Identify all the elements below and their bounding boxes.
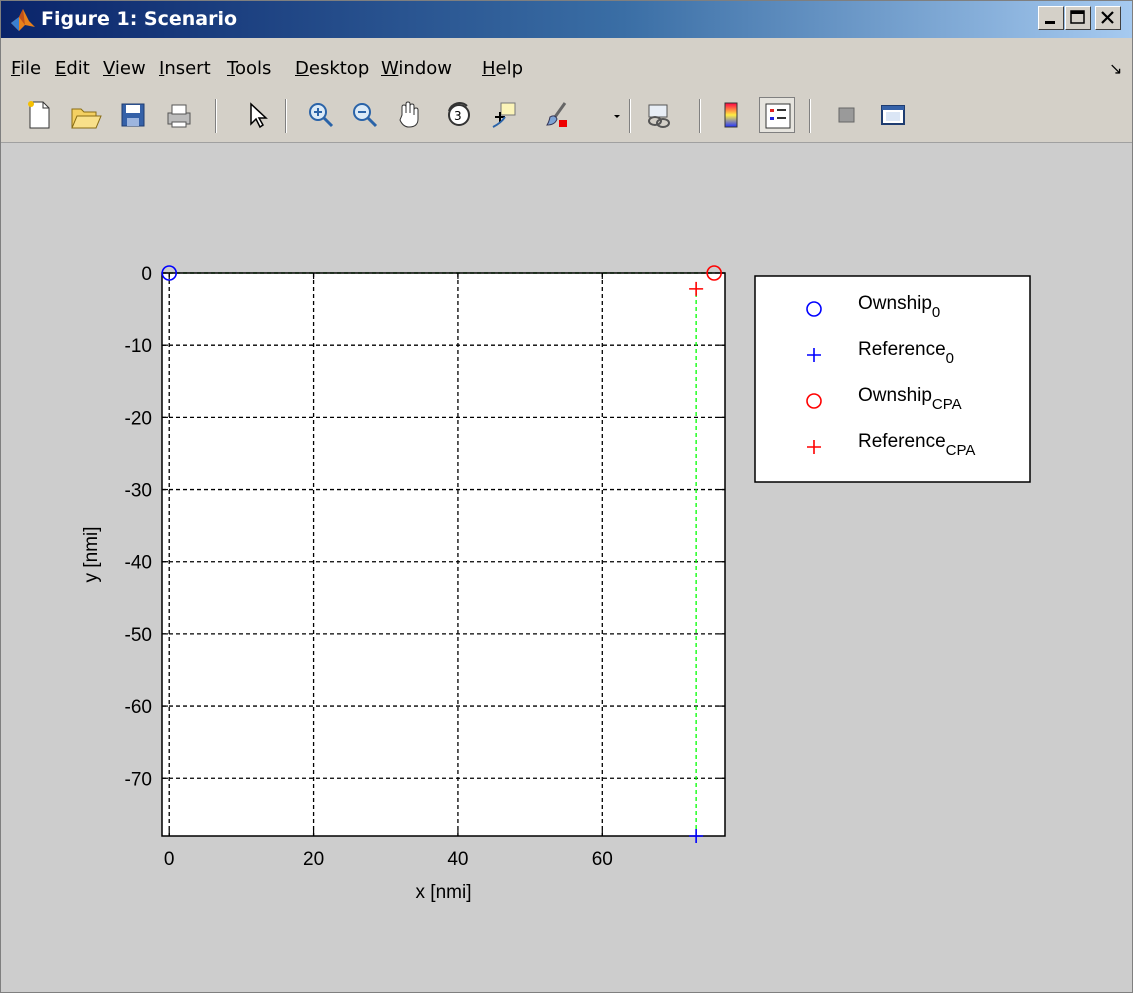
print-button[interactable] <box>161 97 197 133</box>
rotate-3d-icon: 3 <box>448 102 470 126</box>
title-bar[interactable]: Figure 1: Scenario <box>1 1 1132 38</box>
y-tick-label: -20 <box>125 408 152 429</box>
colorbar-button[interactable] <box>713 97 749 133</box>
open-file-icon <box>71 108 102 129</box>
edit-plot-icon <box>250 102 268 129</box>
pan-hand-icon <box>399 101 419 128</box>
minimize-icon <box>1045 21 1055 24</box>
hide-plot-tools-button[interactable] <box>829 97 865 133</box>
y-tick-label: -40 <box>125 553 152 574</box>
new-figure-icon <box>28 101 50 129</box>
legend-entry-subscript: 0 <box>932 304 940 321</box>
y-tick-label: -10 <box>125 336 152 357</box>
menu-window[interactable]: Window <box>381 58 452 79</box>
menu-tools[interactable]: Tools <box>227 58 271 79</box>
x-axis-label: x [nmi] <box>416 882 472 903</box>
menu-mnemonic: W <box>381 58 399 79</box>
window-title: Figure 1: Scenario <box>41 8 238 30</box>
toolbar-separator <box>699 99 701 133</box>
minimize-button[interactable] <box>1038 6 1064 30</box>
maximize-icon <box>1070 10 1085 24</box>
zoom-out-button[interactable] <box>347 97 383 133</box>
dock-arrow-icon[interactable]: ↘ <box>1109 59 1122 79</box>
edit-plot-button[interactable] <box>239 97 275 133</box>
link-plot-button[interactable] <box>641 97 677 133</box>
brush-dropdown-button[interactable] <box>599 97 620 133</box>
show-plot-tools-button[interactable] <box>875 97 911 133</box>
brush-button[interactable] <box>539 97 575 133</box>
svg-text:3: 3 <box>454 109 462 123</box>
toolbar-separator <box>629 99 631 133</box>
legend-entry-name: Reference <box>858 339 946 360</box>
zoom-in-icon <box>309 103 334 128</box>
zoom-in-button[interactable] <box>303 97 339 133</box>
y-tick-label: 0 <box>141 264 152 285</box>
toolbar-separator <box>285 99 287 133</box>
menu-mnemonic: D <box>295 58 309 79</box>
zoom-out-icon <box>353 103 378 128</box>
save-button[interactable] <box>115 97 151 133</box>
y-tick-label: -50 <box>125 625 152 646</box>
data-cursor-button[interactable] <box>487 97 523 133</box>
plot-svg[interactable]: 0 20 40 60 0 -10 -20 -30 -40 -50 -60 -70 x [nmi] y [n… <box>1 143 1132 993</box>
matlab-logo-icon <box>11 9 35 31</box>
menu-label-rest: nsert <box>164 58 211 79</box>
maximize-button[interactable] <box>1065 6 1091 30</box>
x-tick-label: 20 <box>303 849 324 870</box>
legend-icon <box>765 103 791 129</box>
legend-entry-subscript: CPA <box>946 442 976 459</box>
plot-axes-background[interactable] <box>162 273 725 836</box>
menu-help[interactable]: Help <box>482 58 523 79</box>
link-plot-icon <box>648 104 670 128</box>
open-file-button[interactable] <box>67 97 103 133</box>
y-axis-label: y [nmi] <box>81 527 102 583</box>
menu-mnemonic: H <box>482 58 496 79</box>
figure-window: Figure 1: Scenario File Edit View Insert Too… <box>0 0 1133 993</box>
close-icon <box>1101 11 1114 24</box>
legend-button[interactable] <box>759 97 795 133</box>
legend-entry-subscript: CPA <box>932 396 962 413</box>
menu-mnemonic: F <box>11 58 21 79</box>
hide-plot-tools-icon <box>838 107 855 123</box>
rotate-3d-button[interactable]: 3 <box>441 97 477 133</box>
x-tick-label: 60 <box>592 849 613 870</box>
y-tick-label: -70 <box>125 769 152 790</box>
menu-label-rest: esktop <box>308 58 370 79</box>
menu-view[interactable]: View <box>103 58 146 79</box>
menu-label-rest: elp <box>495 58 524 79</box>
menu-label-rest: iew <box>114 58 146 79</box>
menu-insert[interactable]: Insert <box>159 58 211 79</box>
legend-entry-name: Reference <box>858 431 946 452</box>
menu-file[interactable]: File <box>11 58 41 79</box>
menu-edit[interactable]: Edit <box>55 58 90 79</box>
y-tick-label: -60 <box>125 697 152 718</box>
menu-desktop[interactable]: Desktop <box>295 58 369 79</box>
menu-mnemonic: V <box>103 58 115 79</box>
print-icon <box>167 104 191 128</box>
toolbar-separator <box>809 99 811 133</box>
menu-label-rest: ools <box>234 58 272 79</box>
menu-label-rest: dit <box>66 58 90 79</box>
menu-mnemonic: T <box>227 58 235 79</box>
new-figure-button[interactable] <box>21 97 57 133</box>
close-button[interactable] <box>1095 6 1121 30</box>
data-cursor-icon <box>492 102 516 128</box>
colorbar-icon <box>724 102 738 128</box>
legend-entry-subscript: 0 <box>946 350 954 367</box>
menu-mnemonic: E <box>55 58 67 79</box>
show-plot-tools-icon <box>881 105 905 125</box>
x-tick-label: 40 <box>447 849 468 870</box>
menu-label-rest: indow <box>398 58 452 79</box>
y-tick-label: -30 <box>125 481 152 502</box>
save-icon <box>121 103 145 127</box>
legend-entry-name: Ownship <box>858 293 932 314</box>
pan-hand-button[interactable] <box>391 97 427 133</box>
x-tick-label: 0 <box>164 849 175 870</box>
menu-label-rest: ile <box>20 58 42 79</box>
figure-canvas[interactable]: 0 20 40 60 0 -10 -20 -30 -40 -50 -60 -70 x [nmi] y [n… <box>1 143 1132 993</box>
toolbar-separator <box>215 99 217 133</box>
legend-entry-name: Ownship <box>858 385 932 406</box>
brush-icon <box>546 102 567 127</box>
